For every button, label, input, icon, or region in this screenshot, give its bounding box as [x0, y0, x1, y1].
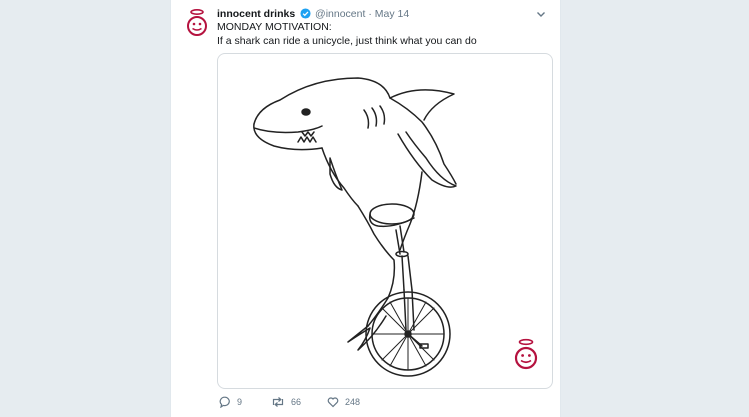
innocent-watermark-icon	[514, 338, 538, 370]
tweet-text-line-1: MONDAY MOTIVATION:	[217, 21, 332, 33]
shark-unicycle-illustration	[253, 77, 538, 377]
chevron-down-icon[interactable]	[534, 7, 548, 21]
tweet-media-image[interactable]	[217, 53, 553, 389]
handle[interactable]: @innocent	[315, 8, 365, 20]
like-button[interactable]: 248	[327, 396, 360, 408]
tweet-card[interactable]: innocent drinks @innocent · May 14 MONDA…	[170, 0, 561, 417]
reply-count: 9	[237, 397, 243, 407]
retweet-count: 66	[291, 397, 302, 407]
separator: ·	[368, 8, 372, 20]
heart-icon	[327, 397, 339, 408]
like-count: 248	[345, 397, 361, 407]
display-name[interactable]: innocent drinks	[217, 8, 295, 20]
tweet-actions: 9 66 248	[217, 396, 548, 414]
retweet-icon	[272, 397, 284, 407]
innocent-logo-icon	[187, 8, 207, 36]
reply-icon	[219, 396, 230, 408]
tweet-text-line-2: If a shark can ride a unicycle, just thi…	[217, 35, 477, 47]
reply-button[interactable]: 9	[219, 396, 242, 408]
avatar[interactable]	[181, 7, 213, 39]
tweet-date[interactable]: May 14	[375, 8, 409, 20]
retweet-button[interactable]: 66	[271, 396, 301, 408]
